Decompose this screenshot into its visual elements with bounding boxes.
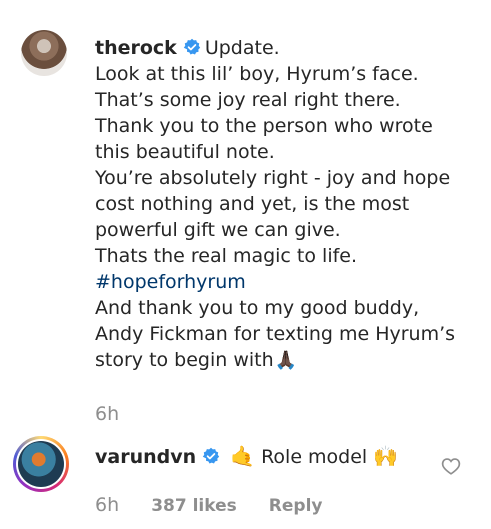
comment-line: And thank you to my good buddy, xyxy=(95,297,420,319)
comment-line: That’s some joy real right there. xyxy=(95,89,401,111)
verified-badge-icon xyxy=(183,38,201,55)
comment-line: Andy Fickman for texting me Hyrum’s xyxy=(95,323,456,345)
raised-hands-emoji: 🙌 xyxy=(373,444,399,468)
verified-badge-icon xyxy=(202,447,220,464)
comment-therock: therock Update. Look at this lil’ boy, Hy… xyxy=(95,35,475,374)
username-therock[interactable]: therock xyxy=(95,37,177,59)
comment-text: Role model xyxy=(261,446,368,468)
avatar-image xyxy=(18,441,64,487)
comment-time[interactable]: 6h xyxy=(95,494,119,516)
comment-line: Thank you to the person who wrote xyxy=(95,115,433,137)
avatar-therock[interactable] xyxy=(21,30,67,76)
comment-line: this beautiful note. xyxy=(95,141,275,163)
hashtag-link[interactable]: #hopeforhyrum xyxy=(95,269,475,295)
comment-time[interactable]: 6h xyxy=(95,403,119,425)
comment-varundvn: varundvn 🤙 Role model 🙌 xyxy=(95,444,398,468)
pray-emoji: 🙏🏿 xyxy=(274,350,298,371)
comment-line: Update. xyxy=(204,37,280,59)
likes-count[interactable]: 387 likes xyxy=(151,496,237,516)
comment-line: cost nothing and yet, is the most xyxy=(95,193,410,215)
username-varundvn[interactable]: varundvn xyxy=(95,446,196,468)
comment-line: Look at this lil’ boy, Hyrum’s face. xyxy=(95,63,419,85)
comment-line: powerful gift we can give. xyxy=(95,219,341,241)
comment-line: story to begin with xyxy=(95,349,274,371)
comment-meta-row: 6h 387 likes Reply xyxy=(95,494,349,516)
comment-line: Thats the real magic to life. xyxy=(95,245,358,267)
call-me-emoji: 🤙 xyxy=(230,444,256,468)
reply-button[interactable]: Reply xyxy=(269,496,323,516)
avatar-varundvn[interactable] xyxy=(13,436,69,492)
comment-line: You’re absolutely right - joy and hope xyxy=(95,167,451,189)
heart-icon[interactable] xyxy=(441,457,461,475)
